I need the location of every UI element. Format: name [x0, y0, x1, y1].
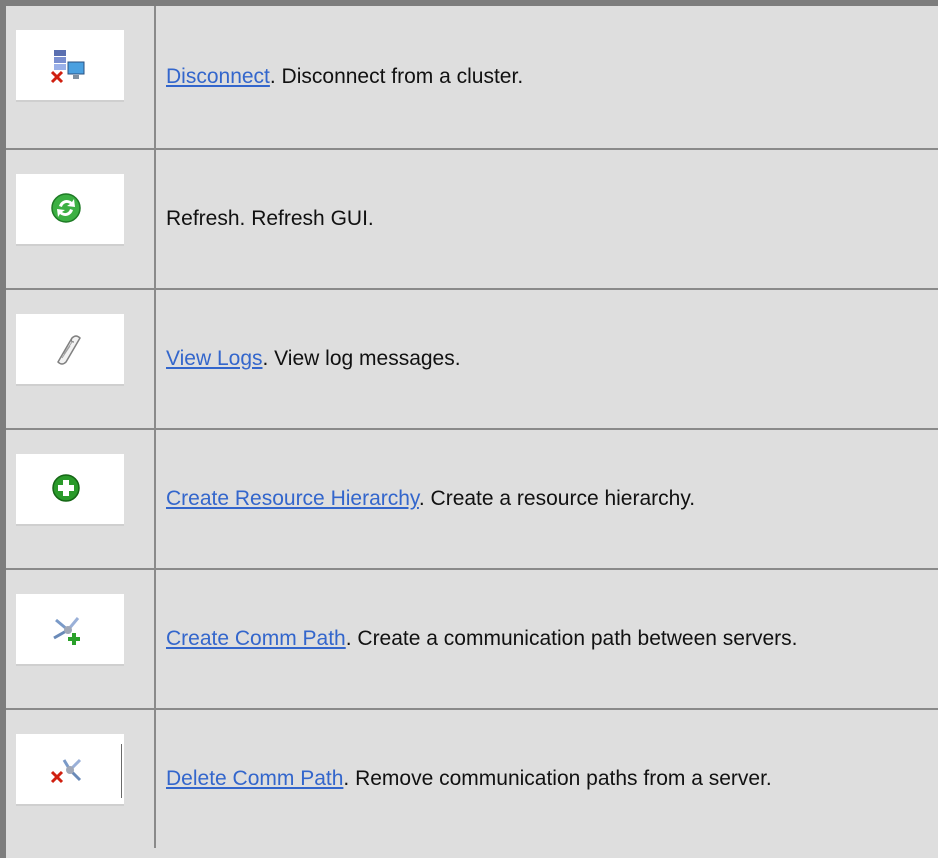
description-cell: Disconnect. Disconnect from a cluster.: [155, 6, 938, 150]
description-cell: View Logs. View log messages.: [155, 289, 938, 430]
refresh-description: Refresh. Refresh GUI.: [166, 207, 374, 230]
table-row: Disconnect. Disconnect from a cluster.: [6, 6, 938, 150]
description-cell: Delete Comm Path. Remove communication p…: [155, 709, 938, 848]
divider: [121, 744, 122, 798]
icon-cell: [6, 709, 156, 848]
add-green-circle-icon: [52, 474, 80, 502]
table-row: View Logs. View log messages.: [6, 289, 938, 430]
icon-frame: [16, 174, 124, 246]
toolbar-icons-table: Disconnect. Disconnect from a cluster. R…: [6, 6, 938, 848]
create-comm-path-description: . Create a communication path between se…: [345, 627, 798, 650]
icon-frame: [16, 734, 124, 806]
table-row: Delete Comm Path. Remove communication p…: [6, 709, 938, 848]
create-resource-hierarchy-link[interactable]: Create Resource Hierarchy: [166, 487, 419, 510]
refresh-icon: [51, 193, 81, 223]
create-comm-path-link[interactable]: Create Comm Path: [166, 627, 346, 650]
table-row: Create Resource Hierarchy. Create a reso…: [6, 429, 938, 570]
description-cell: Create Comm Path. Create a communication…: [155, 569, 938, 710]
description-cell: Refresh. Refresh GUI.: [155, 149, 938, 290]
create-resource-hierarchy-description: . Create a resource hierarchy.: [418, 487, 696, 510]
toolbar-reference-table: Disconnect. Disconnect from a cluster. R…: [0, 0, 938, 858]
icon-frame: [16, 30, 124, 102]
delete-comm-path-icon: [50, 758, 82, 784]
icon-cell: [6, 289, 156, 430]
disconnect-description: . Disconnect from a cluster.: [269, 65, 524, 88]
table-row: Create Comm Path. Create a communication…: [6, 569, 938, 710]
delete-comm-path-description: . Remove communication paths from a serv…: [343, 767, 772, 790]
icon-frame: [16, 454, 124, 526]
view-logs-description: . View log messages.: [262, 347, 461, 370]
log-scroll-icon: [57, 335, 81, 365]
disconnect-server-icon: [50, 50, 85, 84]
disconnect-link[interactable]: Disconnect: [166, 65, 270, 88]
icon-frame: [16, 594, 124, 666]
view-logs-link[interactable]: View Logs: [166, 347, 263, 370]
description-cell: Create Resource Hierarchy. Create a reso…: [155, 429, 938, 570]
icon-cell: [6, 569, 156, 710]
table-row: Refresh. Refresh GUI.: [6, 149, 938, 290]
delete-comm-path-link[interactable]: Delete Comm Path: [166, 767, 343, 790]
icon-frame: [16, 314, 124, 386]
icon-cell: [6, 429, 156, 570]
create-comm-path-icon: [53, 617, 80, 645]
icon-cell: [6, 149, 156, 290]
icon-cell: [6, 6, 156, 150]
